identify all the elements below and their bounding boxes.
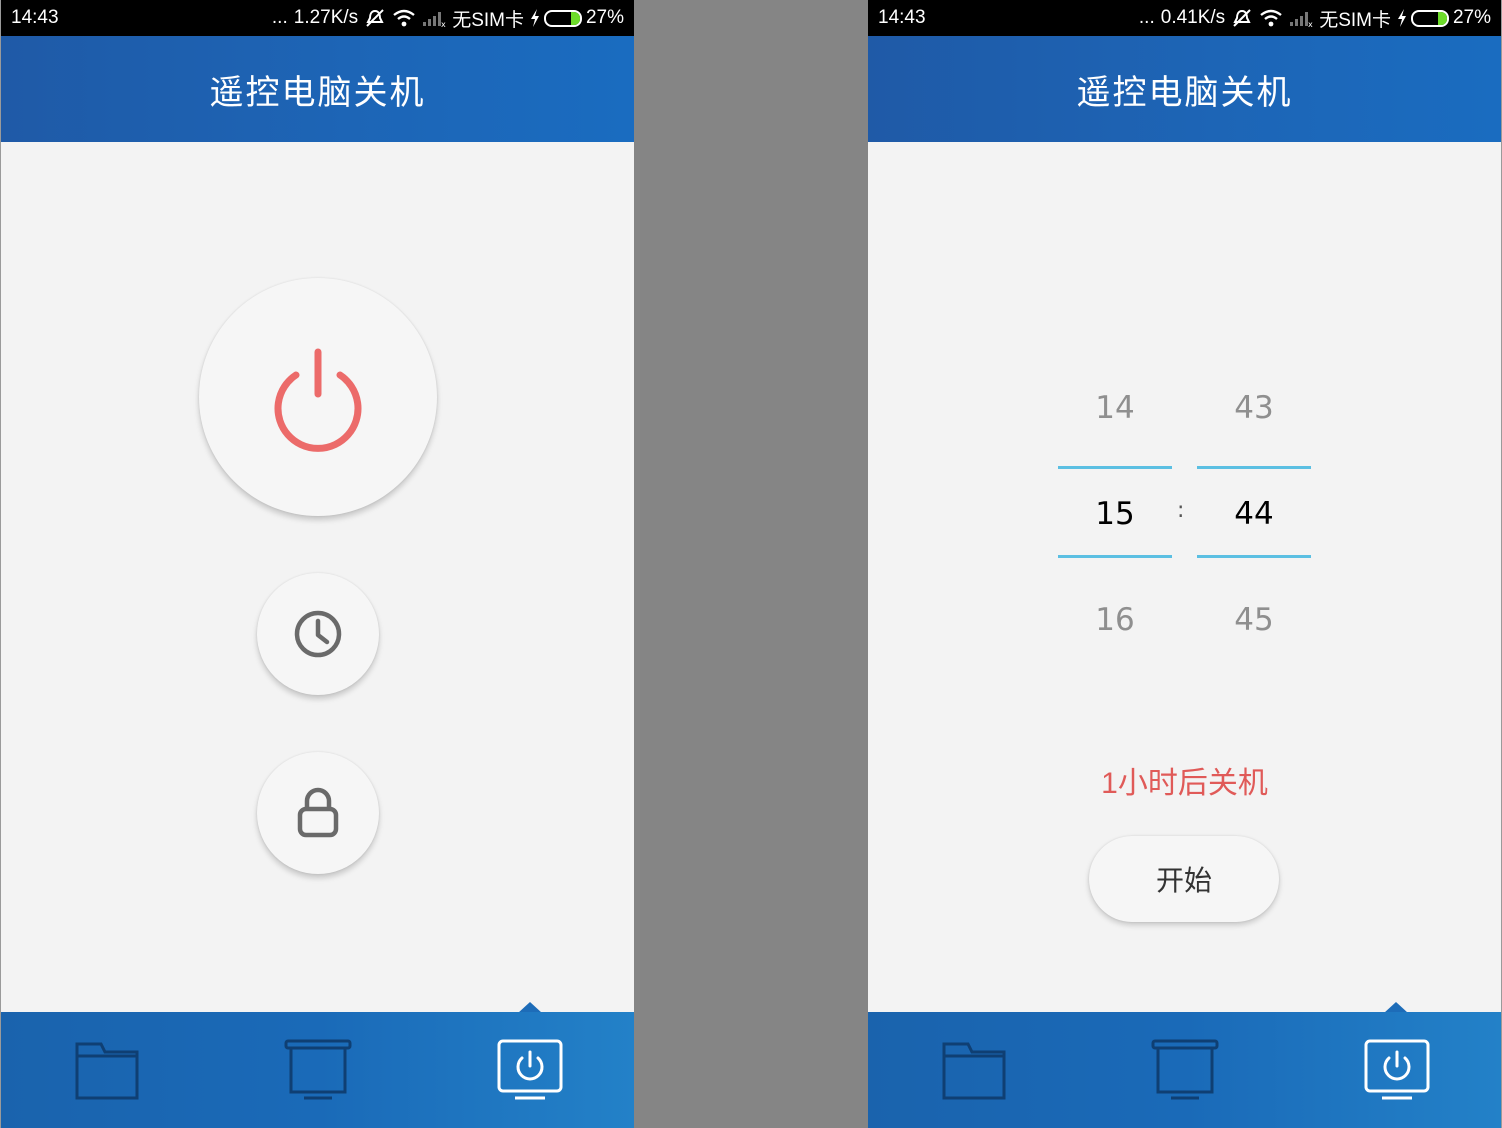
status-time: 14:43 — [11, 7, 59, 28]
lock-screen-button[interactable] — [257, 752, 379, 874]
countdown-text: 1小时后关机 — [1101, 767, 1268, 800]
network-speed: 1.27K/s — [293, 7, 359, 28]
signal-icon: x — [1290, 12, 1313, 27]
folder-icon[interactable] — [942, 1038, 1008, 1102]
start-button[interactable]: 开始 — [1089, 836, 1279, 922]
mute-icon — [366, 9, 384, 27]
battery: 27% — [530, 7, 624, 29]
svg-text:x: x — [1308, 20, 1313, 27]
hour-picker[interactable]: 14 15 16 — [1058, 380, 1172, 650]
time-separator: : — [1177, 498, 1185, 523]
wifi-icon — [393, 9, 415, 27]
hour-prev[interactable]: 14 — [1058, 390, 1172, 426]
shutdown-button[interactable] — [199, 278, 437, 516]
hour-next[interactable]: 16 — [1058, 602, 1172, 638]
status-time: 14:43 — [878, 7, 926, 28]
carrier-text: 无SIM卡 — [452, 9, 524, 31]
timer-shutdown-button[interactable] — [257, 573, 379, 695]
picker-divider — [1197, 466, 1311, 469]
signal-icon: x — [423, 12, 446, 27]
status-bar: 14:43 ... 0.41K/s x 无SIM卡 27% — [868, 0, 1501, 36]
status-dots: ... — [271, 7, 288, 28]
battery: 27% — [1397, 7, 1491, 29]
battery-level-bar — [1410, 9, 1449, 27]
phone-screen-timer: 14:43 ... 0.41K/s x 无SIM卡 27% 遥控电脑关机 14 … — [868, 0, 1502, 1128]
page-title: 遥控电脑关机 — [209, 73, 426, 112]
minute-next[interactable]: 45 — [1197, 602, 1311, 638]
minute-prev[interactable]: 43 — [1197, 390, 1311, 426]
wifi-icon — [1260, 9, 1282, 27]
svg-text:x: x — [441, 20, 446, 27]
bottom-nav — [1, 1012, 634, 1128]
screen-icon[interactable] — [284, 1038, 352, 1102]
lock-icon — [297, 787, 339, 838]
bottom-nav — [868, 1012, 1501, 1128]
app-header: 遥控电脑关机 — [868, 36, 1501, 142]
mute-icon — [1233, 9, 1251, 27]
picker-divider — [1058, 555, 1172, 558]
charging-icon — [1397, 9, 1406, 27]
minute-picker[interactable]: 43 44 45 — [1197, 380, 1311, 650]
charging-icon — [530, 9, 539, 27]
page-title: 遥控电脑关机 — [1076, 73, 1293, 112]
power-monitor-icon[interactable] — [497, 1038, 563, 1102]
battery-percent: 27% — [585, 7, 624, 28]
status-bar: 14:43 ... 1.27K/s x 无SIM卡 27% — [1, 0, 634, 36]
carrier-text: 无SIM卡 — [1319, 9, 1391, 31]
app-header: 遥控电脑关机 — [1, 36, 634, 142]
power-monitor-icon[interactable] — [1364, 1038, 1430, 1102]
battery-level-bar — [543, 9, 582, 27]
status-dots: ... — [1138, 7, 1155, 28]
minute-selected[interactable]: 44 — [1197, 496, 1311, 532]
network-speed: 0.41K/s — [1160, 7, 1226, 28]
clock-icon — [294, 610, 342, 658]
phone-screen-shutdown: 14:43 ... 1.27K/s x 无SIM卡 27% 遥控电脑关机 — [0, 0, 634, 1128]
picker-divider — [1058, 466, 1172, 469]
power-icon — [274, 348, 362, 452]
picker-divider — [1197, 555, 1311, 558]
folder-icon[interactable] — [75, 1038, 141, 1102]
hour-selected[interactable]: 15 — [1058, 496, 1172, 532]
battery-percent: 27% — [1452, 7, 1491, 28]
screen-icon[interactable] — [1151, 1038, 1219, 1102]
